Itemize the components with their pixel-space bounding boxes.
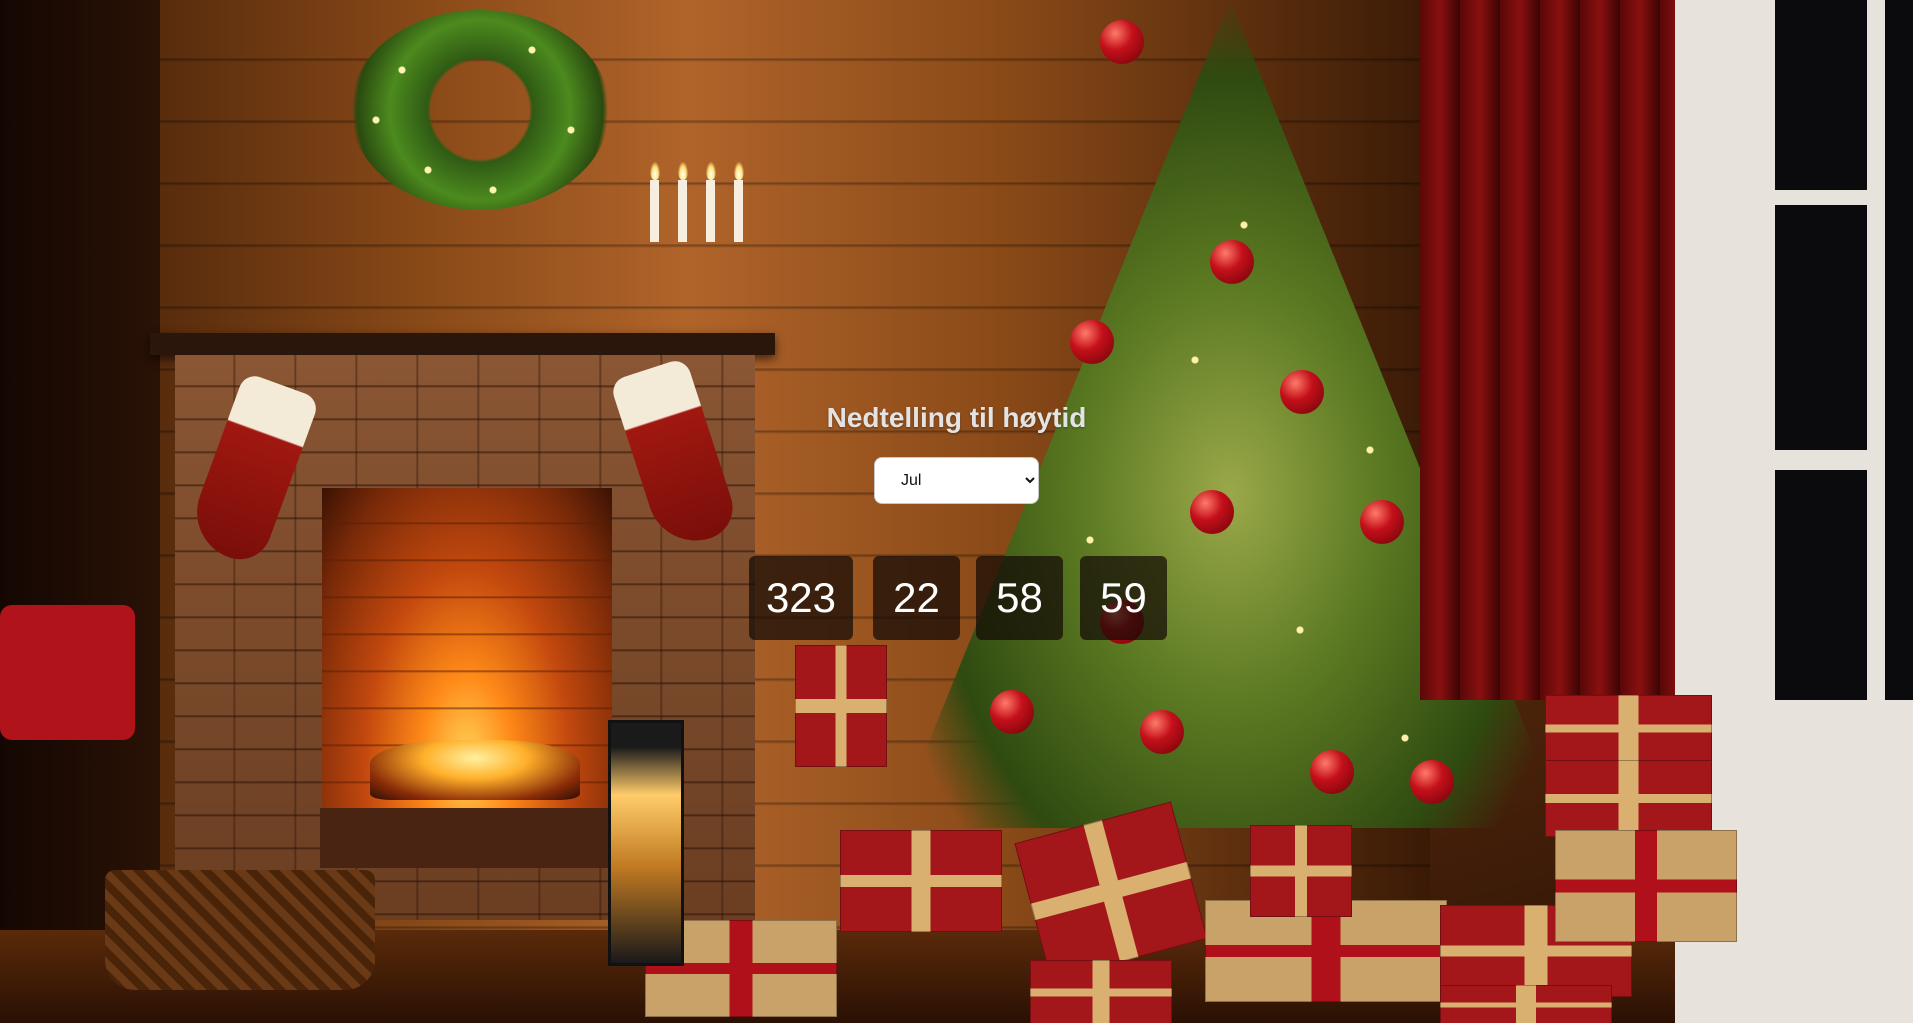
page-title: Nedtelling til høytid [826,402,1087,433]
hours-value: 22 [893,574,940,621]
holiday-select-wrapper: Jul [874,457,1039,504]
days-box: 323 [749,556,853,640]
minutes-value: 58 [996,574,1043,621]
countdown-overlay: Nedtelling til høytid Jul 323 22 58 59 [0,0,1913,1023]
hours-box: 22 [873,556,960,640]
seconds-value: 59 [1100,574,1147,621]
holiday-select[interactable]: Jul [874,457,1039,504]
days-value: 323 [765,574,837,621]
seconds-box: 59 [1080,556,1167,640]
minutes-box: 58 [976,556,1063,640]
